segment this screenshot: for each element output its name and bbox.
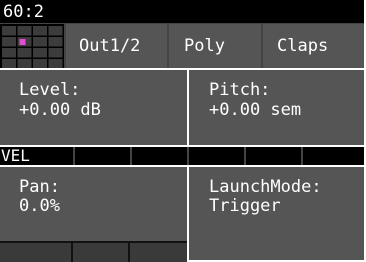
pad-cell <box>2 37 16 47</box>
top-bar: 60:2 <box>0 0 364 23</box>
tab-sample-label: Claps <box>277 36 329 56</box>
top-bar-label: 60:2 <box>3 2 44 22</box>
param-pitch-name: Pitch: <box>209 80 271 100</box>
pad-grid <box>2 26 63 69</box>
pad-grid-icon[interactable] <box>0 24 64 69</box>
pad-active-marker <box>19 39 26 45</box>
bottom-strip <box>0 241 187 262</box>
pad-cell <box>17 48 32 58</box>
pad-cell <box>2 26 16 36</box>
velocity-bar[interactable]: VEL <box>0 146 364 165</box>
param-launch-mode-name: LaunchMode: <box>209 177 322 197</box>
bottom-slot <box>130 243 187 262</box>
param-pan-name: Pan: <box>19 177 60 197</box>
tab-mode-label: Poly <box>184 36 225 56</box>
velocity-slot <box>187 147 189 165</box>
tab-mode[interactable]: Poly <box>169 24 261 68</box>
pad-cell <box>2 59 16 69</box>
pad-cell <box>33 37 47 47</box>
bottom-slot <box>73 243 128 262</box>
param-pan-value: 0.0% <box>19 196 60 216</box>
pad-cell <box>17 26 32 36</box>
tab-sample[interactable]: Claps <box>263 24 364 68</box>
tab-output-label: Out1/2 <box>79 36 141 56</box>
param-pitch[interactable]: Pitch: +0.00 sem <box>189 70 364 145</box>
param-level[interactable]: Level: +0.00 dB <box>0 70 187 145</box>
pad-cell <box>2 48 16 58</box>
pad-cell <box>48 37 63 47</box>
pad-cell <box>48 26 63 36</box>
pad-cell <box>33 59 47 69</box>
param-launch-mode-value: Trigger <box>209 196 281 216</box>
param-pan[interactable]: Pan: 0.0% <box>0 167 187 241</box>
sampler-screen: 60:2 Out1/2 Poly Claps Level: +0.00 dB P… <box>0 0 366 262</box>
velocity-label: VEL <box>1 146 30 165</box>
bottom-slot <box>0 243 71 262</box>
pad-cell <box>48 59 63 69</box>
tab-output[interactable]: Out1/2 <box>66 24 167 68</box>
velocity-slot <box>73 147 75 165</box>
pad-cell <box>33 48 47 58</box>
param-level-value: +0.00 dB <box>19 100 101 120</box>
param-pitch-value: +0.00 sem <box>209 100 302 120</box>
param-level-name: Level: <box>19 80 81 100</box>
pad-cell <box>33 26 47 36</box>
velocity-slot <box>301 147 303 165</box>
pad-cell <box>48 48 63 58</box>
pad-cell <box>17 59 32 69</box>
param-launch-mode[interactable]: LaunchMode: Trigger <box>189 167 364 260</box>
velocity-slot <box>244 147 246 165</box>
velocity-slot <box>130 147 132 165</box>
